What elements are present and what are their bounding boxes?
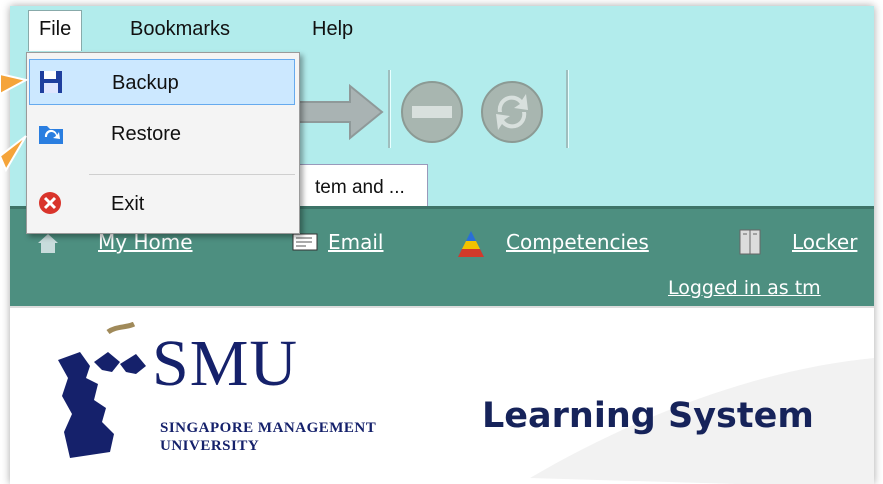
floppy-disk-icon — [40, 71, 62, 93]
locker-icon — [739, 229, 761, 255]
logo-wordmark: SMU — [152, 327, 299, 400]
nav-link-email[interactable]: Email — [328, 230, 384, 254]
red-x-close-icon — [39, 192, 61, 214]
menu-item-label: Restore — [111, 123, 182, 145]
logo-subtitle-line1: SINGAPORE MANAGEMENT — [160, 420, 377, 436]
toolbar-separator — [388, 70, 391, 148]
menu-item-exit[interactable]: Exit — [29, 181, 295, 227]
logo-subtitle-line2: UNIVERSITY — [160, 438, 260, 454]
refresh-icon[interactable] — [478, 78, 546, 146]
email-icon — [292, 233, 318, 251]
file-dropdown-menu: Backup Restore Exit — [26, 52, 300, 234]
menu-item-label: Backup — [112, 72, 179, 94]
nav-link-locker[interactable]: Locker — [792, 230, 857, 254]
menu-bookmarks[interactable]: Bookmarks — [124, 16, 236, 43]
app-window: File Bookmarks Help tem and ... My Home … — [10, 6, 874, 484]
pyramid-icon — [458, 231, 484, 257]
logged-in-link[interactable]: Logged in as tm — [668, 277, 821, 299]
menu-help[interactable]: Help — [306, 16, 359, 43]
menu-bar: File Bookmarks Help — [10, 6, 874, 52]
menu-item-restore[interactable]: Restore — [29, 111, 295, 157]
menu-separator — [89, 174, 295, 175]
home-icon — [38, 234, 58, 253]
folder-restore-icon — [39, 126, 63, 144]
nav-link-competencies[interactable]: Competencies — [506, 230, 649, 254]
menu-item-label: Exit — [111, 193, 145, 215]
smu-lion-logo — [58, 322, 146, 458]
tab-label: tem and ... — [315, 177, 405, 198]
menu-item-backup[interactable]: Backup — [29, 59, 295, 105]
toolbar-separator — [566, 70, 569, 148]
callout-arrows — [0, 72, 29, 173]
stop-icon[interactable] — [398, 78, 466, 146]
content-area: SMU SINGAPORE MANAGEMENT UNIVERSITY Lear… — [10, 306, 874, 484]
page-title: Learning System — [482, 396, 814, 436]
